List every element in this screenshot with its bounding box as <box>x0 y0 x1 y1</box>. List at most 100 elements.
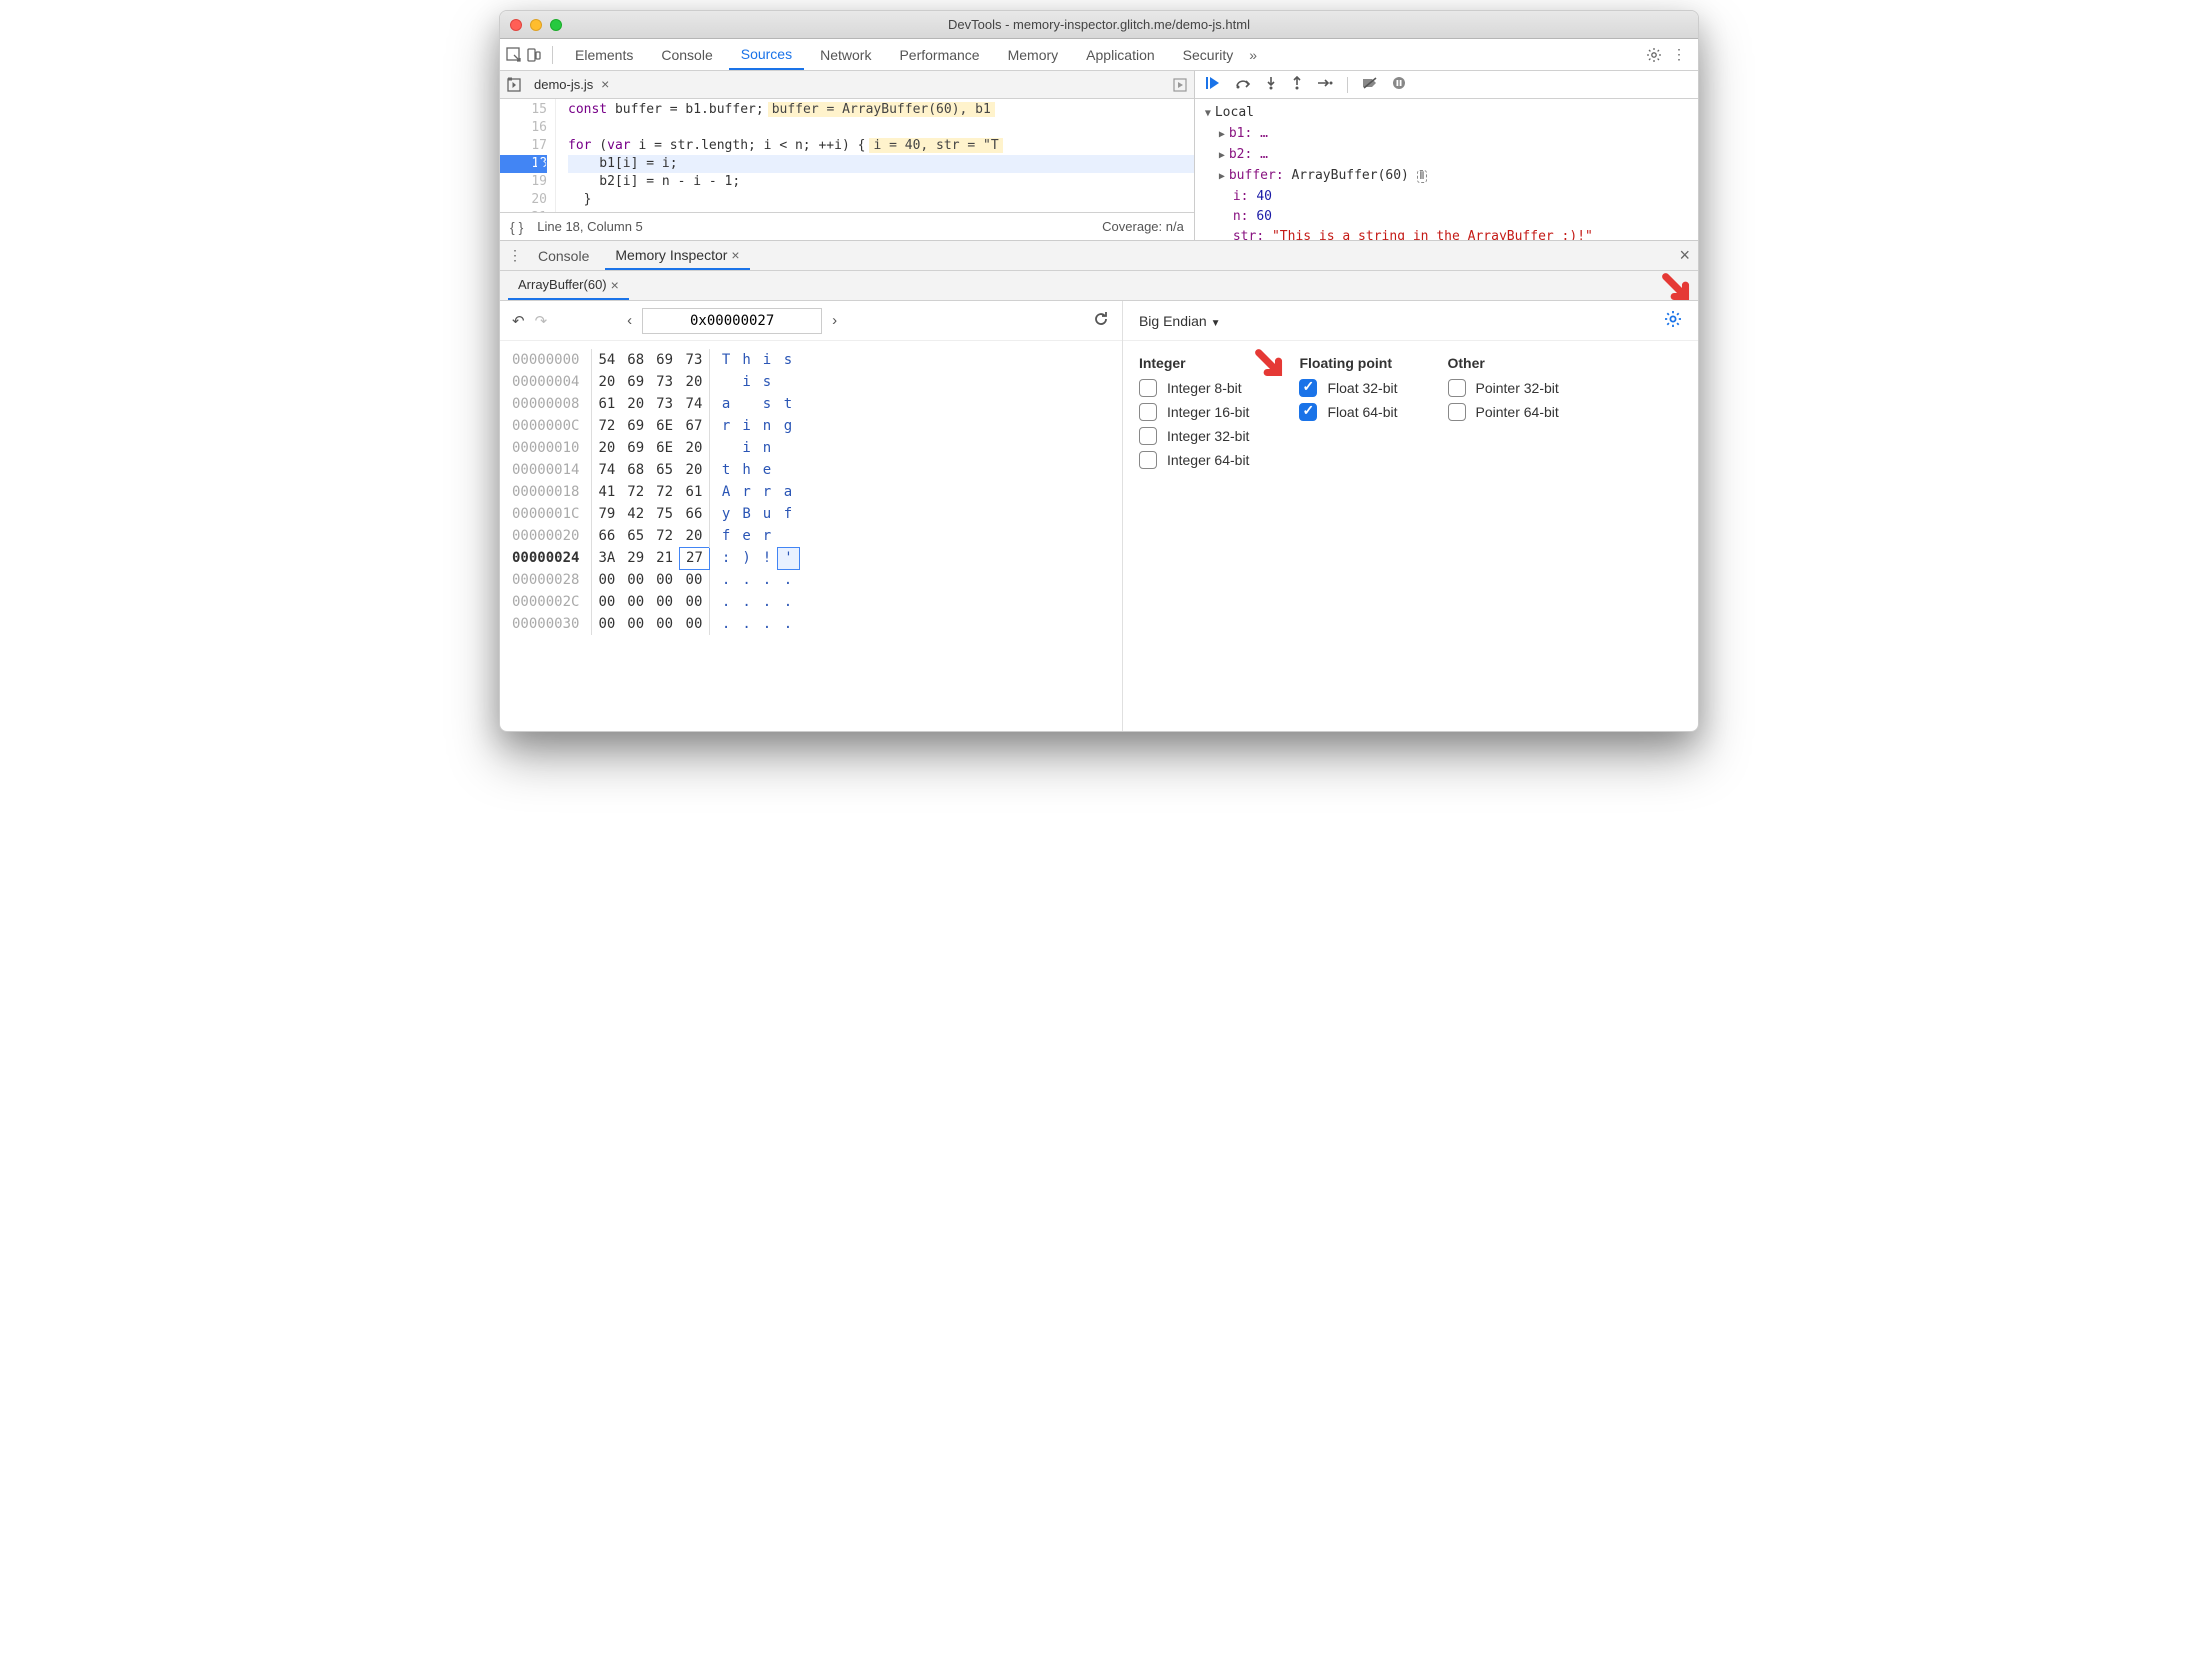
coverage-status: Coverage: n/a <box>1102 219 1184 234</box>
annotation-arrow <box>1660 271 1694 308</box>
type-checkbox[interactable] <box>1139 379 1157 397</box>
next-page-icon[interactable]: › <box>832 312 837 329</box>
scope-i: i: 40 <box>1219 187 1688 207</box>
tab-security[interactable]: Security <box>1171 39 1246 70</box>
type-checkbox[interactable] <box>1139 403 1157 421</box>
settings-top-bar: Big Endian ▼ <box>1123 301 1698 341</box>
hex-view[interactable]: 0000000054686973This0000000420697320 is … <box>500 341 1122 731</box>
type-label: Integer 64-bit <box>1167 452 1250 468</box>
other-heading: Other <box>1448 355 1559 371</box>
inspect-icon[interactable] <box>506 47 522 63</box>
resume-icon[interactable] <box>1205 76 1221 94</box>
cursor-position: Line 18, Column 5 <box>537 219 643 234</box>
drawer-tab-memory-inspector[interactable]: Memory Inspector × <box>605 241 749 270</box>
close-icon[interactable]: × <box>597 76 609 92</box>
deactivate-breakpoints-icon[interactable] <box>1362 76 1378 94</box>
type-settings-grid: Integer Integer 8-bit Integer 16-bit Integ… <box>1123 341 1698 489</box>
kebab-icon[interactable]: ⋮ <box>508 247 522 264</box>
type-checkbox[interactable] <box>1139 451 1157 469</box>
sources-pane: demo-js.js × 15161718192021 const buffer… <box>500 71 1698 241</box>
type-checkbox[interactable] <box>1299 403 1317 421</box>
type-option[interactable]: Float 64-bit <box>1299 403 1397 421</box>
source-file-name: demo-js.js <box>534 77 593 92</box>
type-option[interactable]: Integer 8-bit <box>1139 379 1250 397</box>
type-option[interactable]: Float 32-bit <box>1299 379 1397 397</box>
close-icon[interactable]: × <box>731 247 739 263</box>
step-icon[interactable] <box>1317 77 1333 93</box>
gear-icon[interactable] <box>1664 310 1682 331</box>
scope-str: str: "This is a string in the ArrayBuffe… <box>1219 227 1688 240</box>
other-column: Other Pointer 32-bit Pointer 64-bit <box>1448 355 1559 475</box>
type-option[interactable]: Integer 32-bit <box>1139 427 1250 445</box>
type-checkbox[interactable] <box>1448 379 1466 397</box>
type-label: Pointer 64-bit <box>1476 404 1559 420</box>
scope-n: n: 60 <box>1219 207 1688 227</box>
titlebar: DevTools - memory-inspector.glitch.me/de… <box>500 11 1698 39</box>
address-input[interactable] <box>642 308 822 334</box>
memory-inspector-body: ↶ ↷ ‹ › 0000000054686973This000000042069… <box>500 301 1698 731</box>
debugger-toolbar <box>1195 71 1698 99</box>
devtools-tabs: Elements Console Sources Network Perform… <box>500 39 1698 71</box>
memory-buffer-tab[interactable]: ArrayBuffer(60) × <box>508 271 629 300</box>
tab-performance[interactable]: Performance <box>887 39 991 70</box>
type-option[interactable]: Pointer 64-bit <box>1448 403 1559 421</box>
step-over-icon[interactable] <box>1235 76 1251 94</box>
type-option[interactable]: Integer 16-bit <box>1139 403 1250 421</box>
prev-page-icon[interactable]: ‹ <box>627 312 632 329</box>
source-tab-bar: demo-js.js × <box>500 71 1194 99</box>
float-column: Floating point Float 32-bit Float 64-bit <box>1299 355 1397 475</box>
integer-heading: Integer <box>1139 355 1250 371</box>
tab-network[interactable]: Network <box>808 39 883 70</box>
type-option[interactable]: Integer 64-bit <box>1139 451 1250 469</box>
tab-memory[interactable]: Memory <box>996 39 1071 70</box>
close-icon[interactable]: × <box>611 277 619 293</box>
chevron-down-icon: ▼ <box>1211 318 1221 329</box>
type-label: Integer 16-bit <box>1167 404 1250 420</box>
tab-console[interactable]: Console <box>649 39 724 70</box>
drawer-tabs: ⋮ Console Memory Inspector × × <box>500 241 1698 271</box>
redo-icon[interactable]: ↷ <box>535 312 548 330</box>
kebab-icon[interactable]: ⋮ <box>1672 46 1686 63</box>
run-snippet-icon[interactable] <box>1172 77 1188 93</box>
close-icon[interactable]: × <box>1679 245 1690 266</box>
code-editor[interactable]: 15161718192021 const buffer = b1.buffer;… <box>500 99 1194 212</box>
type-checkbox[interactable] <box>1299 379 1317 397</box>
undo-icon[interactable]: ↶ <box>512 312 525 330</box>
memory-inspector-subtabs: ArrayBuffer(60) × <box>500 271 1698 301</box>
scope-b2[interactable]: b2: … <box>1219 145 1688 166</box>
annotation-arrow <box>1253 347 1287 384</box>
editor-status-bar: { } Line 18, Column 5 Coverage: n/a <box>500 212 1194 240</box>
type-checkbox[interactable] <box>1448 403 1466 421</box>
type-option[interactable]: Pointer 32-bit <box>1448 379 1559 397</box>
scope-panel[interactable]: Local b1: … b2: … buffer: ArrayBuffer(60… <box>1195 99 1698 240</box>
memory-icon[interactable]: ⦀ <box>1417 170 1427 183</box>
step-out-icon[interactable] <box>1291 76 1303 94</box>
more-tabs-icon[interactable]: » <box>1249 47 1257 63</box>
endian-select[interactable]: Big Endian ▼ <box>1139 313 1221 329</box>
scope-local[interactable]: Local <box>1205 103 1688 124</box>
type-label: Pointer 32-bit <box>1476 380 1559 396</box>
drawer-tab-console[interactable]: Console <box>528 241 599 270</box>
scope-buffer[interactable]: buffer: ArrayBuffer(60) ⦀ <box>1219 166 1688 187</box>
format-icon[interactable]: { } <box>510 219 523 235</box>
integer-column: Integer Integer 8-bit Integer 16-bit Integ… <box>1139 355 1250 475</box>
float-heading: Floating point <box>1299 355 1397 371</box>
step-into-icon[interactable] <box>1265 76 1277 94</box>
tab-sources[interactable]: Sources <box>729 39 804 70</box>
memory-nav: ↶ ↷ ‹ › <box>500 301 1122 341</box>
gear-icon[interactable] <box>1646 47 1662 63</box>
pause-exceptions-icon[interactable] <box>1392 76 1406 94</box>
scope-b1[interactable]: b1: … <box>1219 124 1688 145</box>
refresh-icon[interactable] <box>1092 310 1110 332</box>
window-title: DevTools - memory-inspector.glitch.me/de… <box>500 17 1698 32</box>
device-icon[interactable] <box>526 47 542 63</box>
type-checkbox[interactable] <box>1139 427 1157 445</box>
type-label: Integer 32-bit <box>1167 428 1250 444</box>
tab-application[interactable]: Application <box>1074 39 1167 70</box>
source-file-tab[interactable]: demo-js.js × <box>530 74 613 96</box>
devtools-window: DevTools - memory-inspector.glitch.me/de… <box>499 10 1699 732</box>
type-label: Float 32-bit <box>1327 380 1397 396</box>
type-label: Integer 8-bit <box>1167 380 1242 396</box>
navigator-icon[interactable] <box>506 77 522 93</box>
tab-elements[interactable]: Elements <box>563 39 645 70</box>
